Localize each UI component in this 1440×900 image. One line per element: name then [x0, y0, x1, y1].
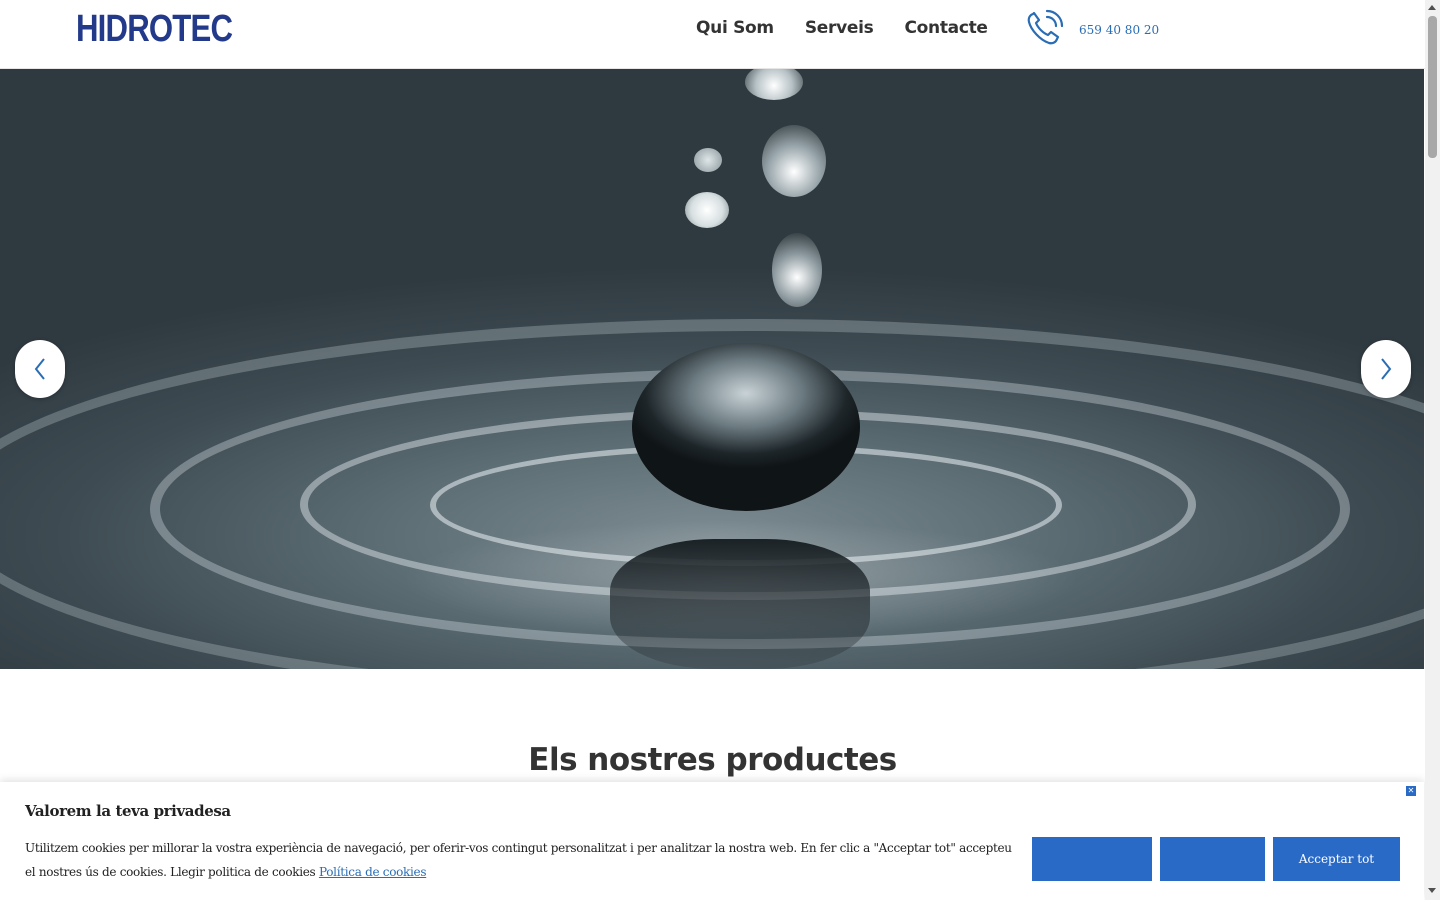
cookie-title: Valorem la teva privadesa: [25, 802, 231, 820]
cookie-reject-button[interactable]: [1160, 837, 1265, 881]
close-icon[interactable]: ✕: [1406, 786, 1416, 796]
chevron-right-icon: [1381, 358, 1392, 380]
page-scrollbar[interactable]: [1425, 0, 1440, 900]
site-header: HIDROTEC Qui Som Serveis Contacte 659 40…: [0, 0, 1425, 69]
cookie-text: Utilitzem cookies per millorar la vostra…: [25, 836, 1025, 884]
slider-prev-button[interactable]: [15, 340, 65, 398]
scroll-down-arrow[interactable]: [1428, 888, 1436, 893]
cookie-customize-button[interactable]: [1032, 837, 1152, 881]
slider-next-button[interactable]: [1361, 340, 1411, 398]
main-nav: Qui Som Serveis Contacte: [696, 18, 988, 38]
cookie-accept-all-button[interactable]: Acceptar tot: [1273, 837, 1400, 881]
scroll-thumb[interactable]: [1428, 16, 1437, 158]
hero-slider: [0, 69, 1424, 669]
phone-number[interactable]: 659 40 80 20: [1079, 23, 1159, 37]
products-title: Els nostres productes: [528, 742, 897, 778]
scroll-up-arrow[interactable]: [1428, 5, 1436, 10]
chevron-left-icon: [34, 358, 45, 380]
nav-item-serveis[interactable]: Serveis: [805, 18, 874, 38]
cookie-banner: Valorem la teva privadesa Utilitzem cook…: [0, 782, 1424, 900]
phone-contact[interactable]: 659 40 80 20: [1025, 8, 1159, 52]
nav-item-qui-som[interactable]: Qui Som: [696, 18, 774, 38]
cookie-description: Utilitzem cookies per millorar la vostra…: [25, 841, 1012, 879]
logo[interactable]: HIDROTEC: [76, 8, 233, 51]
cookie-policy-link[interactable]: Política de cookies: [319, 865, 427, 879]
nav-item-contacte[interactable]: Contacte: [904, 18, 988, 38]
phone-ringing-icon: [1025, 8, 1065, 52]
